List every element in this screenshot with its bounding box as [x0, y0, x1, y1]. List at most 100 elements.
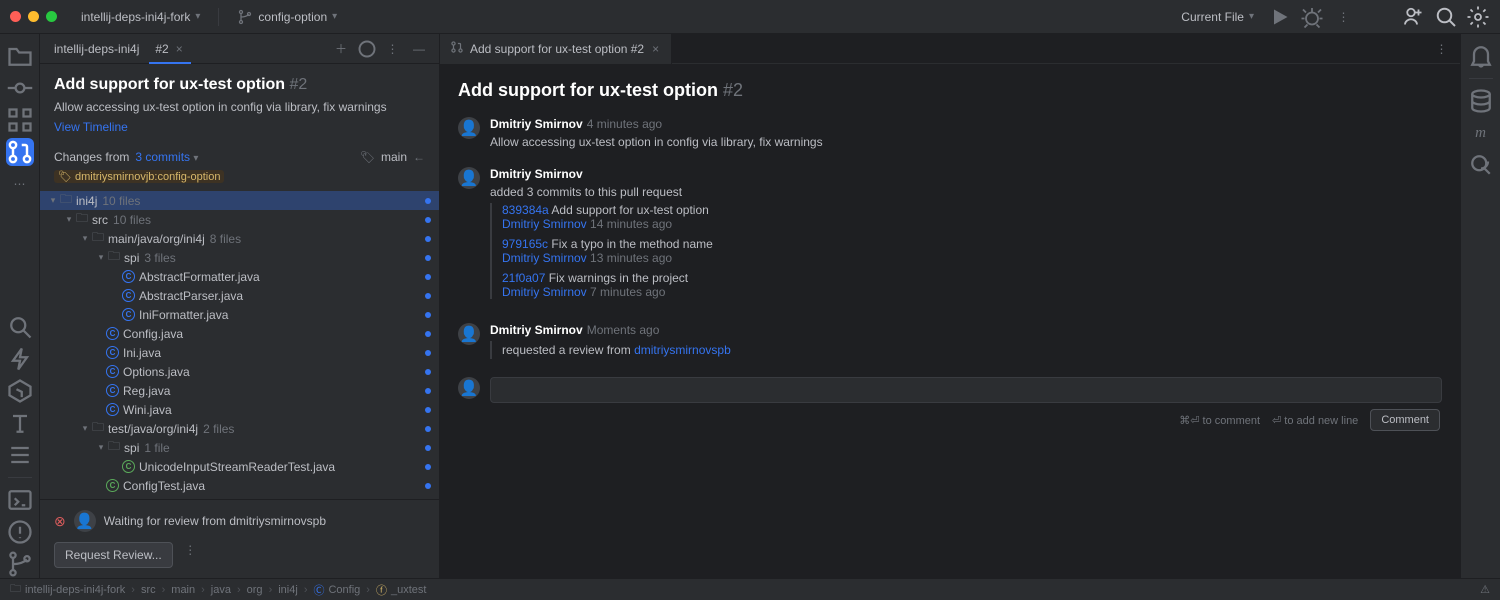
bookmarks-tool-button[interactable] — [6, 441, 34, 469]
close-window-icon[interactable] — [10, 11, 21, 22]
more-button[interactable]: ⋮ — [381, 37, 405, 61]
tab-pr-2[interactable]: #2× — [149, 34, 190, 64]
run-button[interactable] — [1268, 5, 1292, 29]
actions-tool-button[interactable] — [6, 345, 34, 373]
status-problems-icon[interactable]: ⚠ — [1480, 583, 1490, 596]
coverage-tool-button[interactable] — [1467, 151, 1495, 179]
folder-icon: 🗀 — [76, 209, 88, 230]
project-tool-button[interactable] — [6, 42, 34, 70]
class-icon: C — [106, 479, 119, 492]
tree-file[interactable]: COptions.java — [40, 362, 439, 381]
breadcrumb[interactable]: main — [171, 584, 195, 596]
pull-requests-tool-button[interactable] — [6, 138, 34, 166]
commit-item: 21f0a07 Fix warnings in the project Dmit… — [502, 271, 1442, 299]
breadcrumb[interactable]: 🗀intellij-deps-ini4j-fork — [10, 580, 125, 599]
commit-tool-button[interactable] — [6, 74, 34, 102]
head-branch-badge[interactable]: 🏷dmitriysmirnovjb:config-option — [54, 170, 224, 183]
search-tool-button[interactable] — [6, 313, 34, 341]
tree-folder-spi[interactable]: ▾🗀spi3 files — [40, 248, 439, 267]
structure-tool-button[interactable] — [6, 106, 34, 134]
tab-repo[interactable]: intellij-deps-ini4j — [48, 34, 145, 64]
search-button[interactable] — [1434, 5, 1458, 29]
project-selector[interactable]: intellij-deps-ini4j-fork ▾ — [75, 7, 206, 27]
tree-file[interactable]: CConfigTest.java — [40, 476, 439, 495]
view-timeline-link[interactable]: View Timeline — [54, 120, 425, 134]
breadcrumb[interactable]: java — [211, 584, 231, 596]
debug-button[interactable] — [1300, 5, 1324, 29]
pr-description: Allow accessing ux-test option in config… — [54, 100, 425, 114]
chevron-down-icon: ▾ — [1249, 11, 1254, 22]
more-actions-button[interactable]: ⋮ — [1332, 5, 1356, 29]
tree-file[interactable]: CAbstractFormatter.java — [40, 267, 439, 286]
breadcrumb[interactable]: ini4j — [278, 584, 298, 596]
run-config-selector[interactable]: Current File ▾ — [1175, 7, 1260, 27]
branch-name: config-option — [258, 10, 327, 24]
reload-button[interactable] — [355, 37, 379, 61]
commit-author[interactable]: Dmitriy Smirnov — [502, 285, 587, 299]
tree-folder-src[interactable]: ▾🗀src10 files — [40, 210, 439, 229]
left-tool-rail: ⋯ — [0, 34, 40, 578]
right-tool-rail: m — [1460, 34, 1500, 578]
more-tools-button[interactable]: ⋯ — [6, 170, 34, 198]
tree-file[interactable]: CIniFormatter.java — [40, 305, 439, 324]
event-author[interactable]: Dmitriy Smirnov — [490, 323, 583, 337]
database-tool-button[interactable] — [1467, 87, 1495, 115]
commit-author[interactable]: Dmitriy Smirnov — [502, 251, 587, 265]
base-branch[interactable]: main — [381, 150, 407, 164]
commit-hash[interactable]: 839384a — [502, 203, 549, 217]
commit-hash[interactable]: 979165c — [502, 237, 548, 251]
event-body: added 3 commits to this pull request — [490, 185, 1442, 199]
maven-tool-button[interactable]: m — [1467, 119, 1495, 147]
tree-file[interactable]: CIni.java — [40, 343, 439, 362]
minimize-panel-button[interactable]: — — [407, 37, 431, 61]
notifications-button[interactable] — [1467, 42, 1495, 70]
pr-header: Add support for ux-test option #2 Allow … — [40, 64, 439, 142]
minimize-window-icon[interactable] — [28, 11, 39, 22]
more-review-button[interactable]: ⋮ — [179, 538, 203, 562]
tree-folder-spi2[interactable]: ▾🗀spi1 file — [40, 438, 439, 457]
tree-file[interactable]: CUnicodeInputStreamReaderTest.java — [40, 457, 439, 476]
problems-tool-button[interactable] — [6, 518, 34, 546]
vcs-tool-button[interactable] — [6, 550, 34, 578]
avatar: 👤 — [458, 323, 480, 345]
class-icon: C — [106, 327, 119, 340]
settings-button[interactable] — [1466, 5, 1490, 29]
commit-hash[interactable]: 21f0a07 — [502, 271, 545, 285]
maximize-window-icon[interactable] — [46, 11, 57, 22]
changes-label: Changes from — [54, 150, 129, 164]
font-tool-button[interactable] — [6, 409, 34, 437]
services-tool-button[interactable] — [6, 377, 34, 405]
commit-item: 839384a Add support for ux-test option D… — [502, 203, 1442, 231]
terminal-tool-button[interactable] — [6, 486, 34, 514]
commits-dropdown[interactable]: 3 commits ▾ — [135, 150, 198, 164]
window-controls[interactable] — [10, 11, 57, 22]
file-tree: ▾🗀ini4j10 files ▾🗀src10 files ▾🗀main/jav… — [40, 191, 439, 499]
tree-folder-main[interactable]: ▾🗀main/java/org/ini4j8 files — [40, 229, 439, 248]
breadcrumb[interactable]: org — [247, 584, 263, 596]
branch-selector[interactable]: config-option ▾ — [231, 6, 343, 28]
editor-more-button[interactable]: ⋮ — [1430, 37, 1454, 61]
tree-folder-ini4j[interactable]: ▾🗀ini4j10 files — [40, 191, 439, 210]
tree-file[interactable]: CWini.java — [40, 400, 439, 419]
tree-file[interactable]: CReg.java — [40, 381, 439, 400]
code-with-me-button[interactable] — [1402, 5, 1426, 29]
close-tab-icon[interactable]: × — [650, 42, 661, 56]
commit-author[interactable]: Dmitriy Smirnov — [502, 217, 587, 231]
editor-tab-pr[interactable]: Add support for ux-test option #2 × — [440, 34, 672, 64]
reviewer-link[interactable]: dmitriysmirnovspb — [634, 343, 731, 357]
close-tab-icon[interactable]: × — [174, 42, 185, 56]
comment-author[interactable]: Dmitriy Smirnov — [490, 117, 583, 131]
breadcrumb[interactable]: src — [141, 584, 156, 596]
tree-file[interactable]: CAbstractParser.java — [40, 286, 439, 305]
add-tab-button[interactable]: ＋ — [329, 37, 353, 61]
class-icon: C — [106, 403, 119, 416]
breadcrumb[interactable]: ⒸConfig — [313, 582, 360, 598]
tree-folder-test[interactable]: ▾🗀test/java/org/ini4j2 files — [40, 419, 439, 438]
tree-file[interactable]: CConfig.java — [40, 324, 439, 343]
breadcrumb[interactable]: ⓕ_uxtest — [376, 582, 426, 598]
comment-input[interactable] — [490, 377, 1442, 403]
comment-button[interactable]: Comment — [1370, 409, 1440, 431]
request-review-button[interactable]: Request Review... — [54, 542, 173, 568]
class-icon: C — [106, 384, 119, 397]
event-author[interactable]: Dmitriy Smirnov — [490, 167, 583, 181]
